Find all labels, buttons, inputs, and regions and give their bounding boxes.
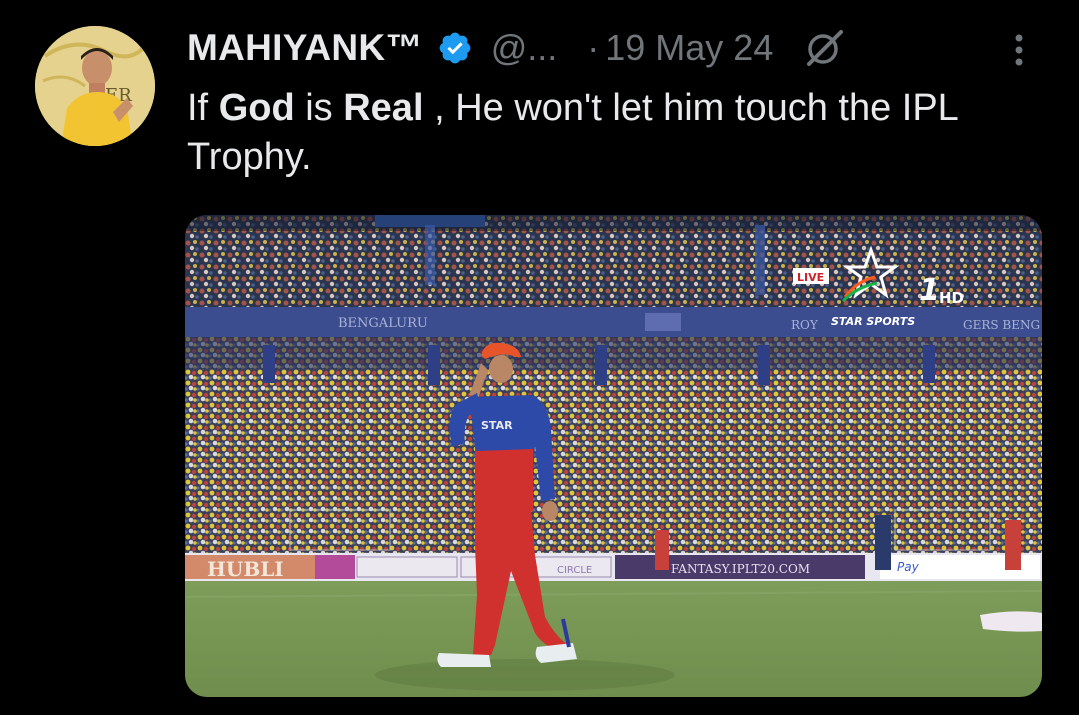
author-handle[interactable]: @...	[491, 27, 558, 69]
board-fantasy: FANTASY.IPLT20.COM	[671, 562, 810, 576]
banner-bengaluru: BENGALURU	[338, 316, 428, 331]
author-display-name[interactable]: MAHIYANK™	[187, 27, 423, 69]
tweet-text-bold: Real	[343, 87, 424, 129]
jersey-text: STAR	[481, 419, 513, 432]
banner-partial-left: ROY	[791, 318, 819, 332]
banner-partial-right: GERS BENG	[963, 318, 1040, 332]
tweet-text-part: is	[294, 87, 344, 129]
board-hubli: HUBLI	[207, 557, 284, 581]
tweet-text-bold: God	[218, 87, 295, 129]
more-options-icon[interactable]	[1004, 30, 1034, 70]
board-circle: CIRCLE	[557, 565, 592, 576]
author-avatar[interactable]: ER	[35, 26, 155, 146]
tweet-date[interactable]: 19 May 24	[605, 27, 773, 69]
verified-badge-icon[interactable]	[437, 30, 473, 66]
tweet-header: MAHIYANK™ @... · 19 May 24	[187, 20, 847, 76]
tweet-text-part: If	[187, 87, 219, 129]
broadcast-hd: HD	[939, 289, 964, 307]
separator-dot: ·	[587, 27, 600, 68]
tweet-text: If God is Real , He won't let him touch …	[187, 84, 1067, 182]
board-pay: Pay	[897, 560, 920, 574]
tweet[interactable]: ER MAHIYANK™ @... · 19 May 24 If God is …	[0, 0, 1079, 715]
cricket-stadium-photo: BENGALURU ROY GERS BENG HUBLI CIRCLE FAN…	[185, 215, 1042, 697]
tweet-media-image[interactable]: BENGALURU ROY GERS BENG HUBLI CIRCLE FAN…	[185, 215, 1042, 697]
broadcast-live: LIVE	[797, 271, 824, 284]
broadcast-channel-number: 1	[919, 273, 940, 308]
avatar-image: ER	[35, 26, 155, 146]
broadcast-network: STAR SPORTS	[831, 315, 915, 328]
grok-icon[interactable]	[803, 26, 847, 70]
